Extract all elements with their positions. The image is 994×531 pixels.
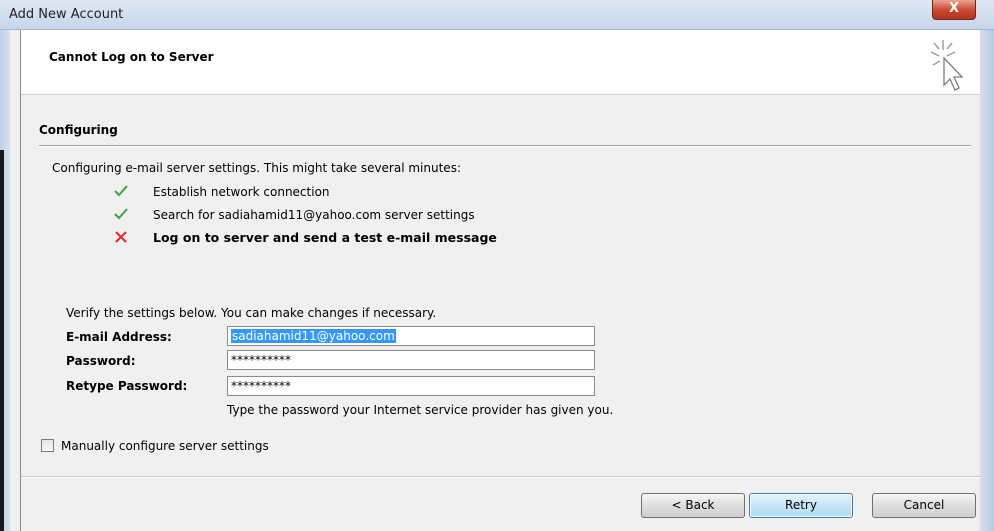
status-intro: Configuring e-mail server settings. This… [52, 161, 461, 175]
close-icon: X [948, 1, 960, 16]
window-frame-right [979, 30, 994, 531]
x-icon [115, 231, 127, 243]
check-icon [114, 185, 128, 197]
password-label: Password: [66, 354, 136, 368]
step-label-failed: Log on to server and send a test e-mail … [153, 230, 497, 245]
dialog-body: Cannot Log on to Server Configuring Conf… [20, 30, 980, 531]
step-label: Establish network connection [153, 185, 330, 199]
cancel-button[interactable]: Cancel [872, 493, 976, 518]
retype-password-field[interactable]: ********** [227, 376, 595, 396]
password-value: ********** [231, 353, 291, 367]
password-hint: Type the password your Internet service … [227, 403, 614, 417]
form-intro: Verify the settings below. You can make … [66, 306, 437, 320]
email-field[interactable]: sadiahamid11@yahoo.com [227, 326, 595, 346]
email-value: sadiahamid11@yahoo.com [231, 329, 396, 343]
retype-password-value: ********** [231, 379, 291, 393]
window-title: Add New Account [9, 7, 124, 22]
email-label: E-mail Address: [66, 330, 172, 344]
retype-password-label: Retype Password: [66, 379, 188, 393]
manual-config-checkbox[interactable] [41, 439, 54, 452]
back-button[interactable]: < Back [641, 493, 745, 518]
footer-divider [21, 476, 980, 478]
manual-config-label[interactable]: Manually configure server settings [61, 439, 269, 453]
page-title: Cannot Log on to Server [49, 50, 214, 64]
title-bar: Add New Account X [0, 0, 994, 30]
password-field[interactable]: ********** [227, 350, 595, 370]
retry-button[interactable]: Retry [749, 493, 853, 518]
section-divider [39, 145, 971, 147]
check-icon [114, 208, 128, 220]
step-label: Search for sadiahamid11@yahoo.com server… [153, 208, 475, 222]
background-window-edge [0, 150, 4, 531]
section-title: Configuring [39, 123, 118, 137]
header-panel: Cannot Log on to Server [21, 30, 980, 95]
cursor-sparkle-icon [930, 40, 964, 91]
close-button[interactable]: X [932, 0, 976, 20]
